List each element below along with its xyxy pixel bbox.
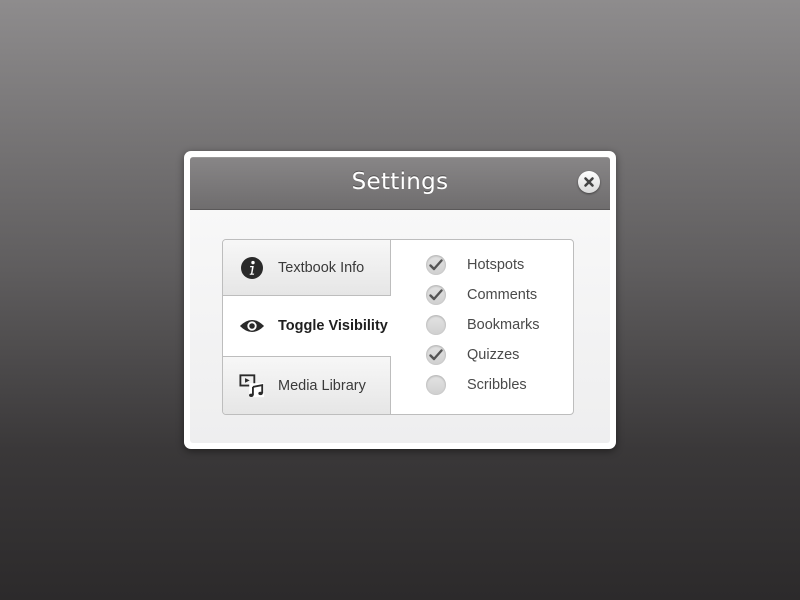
- settings-tabs: Textbook Info Toggle Visibility Media Li…: [223, 240, 391, 414]
- option-label: Quizzes: [467, 347, 520, 363]
- option-label: Hotspots: [467, 257, 525, 273]
- option-quizzes[interactable]: Quizzes: [391, 340, 573, 370]
- tab-toggle-visibility[interactable]: Toggle Visibility: [223, 296, 391, 356]
- option-hotspots[interactable]: Hotspots: [391, 250, 573, 280]
- checkmark-icon: [429, 259, 443, 271]
- info-icon: [239, 255, 265, 281]
- eye-icon: [239, 313, 265, 339]
- hotspots-checkbox[interactable]: [426, 255, 446, 275]
- comments-checkbox[interactable]: [426, 285, 446, 305]
- visibility-options: Hotspots Comments Bookmarks Quizzes Scri…: [391, 240, 573, 414]
- tab-media-library[interactable]: Media Library: [223, 356, 391, 414]
- option-label: Comments: [467, 287, 538, 303]
- settings-panel: Textbook Info Toggle Visibility Media Li…: [222, 239, 574, 415]
- media-library-icon: [239, 373, 265, 399]
- option-scribbles[interactable]: Scribbles: [391, 370, 573, 400]
- settings-dialog-body: Settings Textbook Info Toggle Visibility…: [190, 157, 610, 443]
- tab-textbook-info[interactable]: Textbook Info: [223, 240, 391, 296]
- dialog-title: Settings: [351, 169, 449, 195]
- close-icon: [584, 177, 594, 187]
- settings-dialog: Settings Textbook Info Toggle Visibility…: [184, 151, 616, 449]
- tab-label: Textbook Info: [278, 259, 365, 276]
- option-label: Scribbles: [467, 377, 527, 393]
- checkmark-icon: [429, 289, 443, 301]
- checkmark-icon: [429, 349, 443, 361]
- tab-label: Media Library: [278, 377, 366, 394]
- option-bookmarks[interactable]: Bookmarks: [391, 310, 573, 340]
- close-button[interactable]: [578, 171, 600, 193]
- quizzes-checkbox[interactable]: [426, 345, 446, 365]
- scribbles-checkbox[interactable]: [426, 375, 446, 395]
- tab-label: Toggle Visibility: [278, 318, 388, 334]
- option-label: Bookmarks: [467, 317, 540, 333]
- bookmarks-checkbox[interactable]: [426, 315, 446, 335]
- option-comments[interactable]: Comments: [391, 280, 573, 310]
- dialog-titlebar: Settings: [190, 157, 610, 210]
